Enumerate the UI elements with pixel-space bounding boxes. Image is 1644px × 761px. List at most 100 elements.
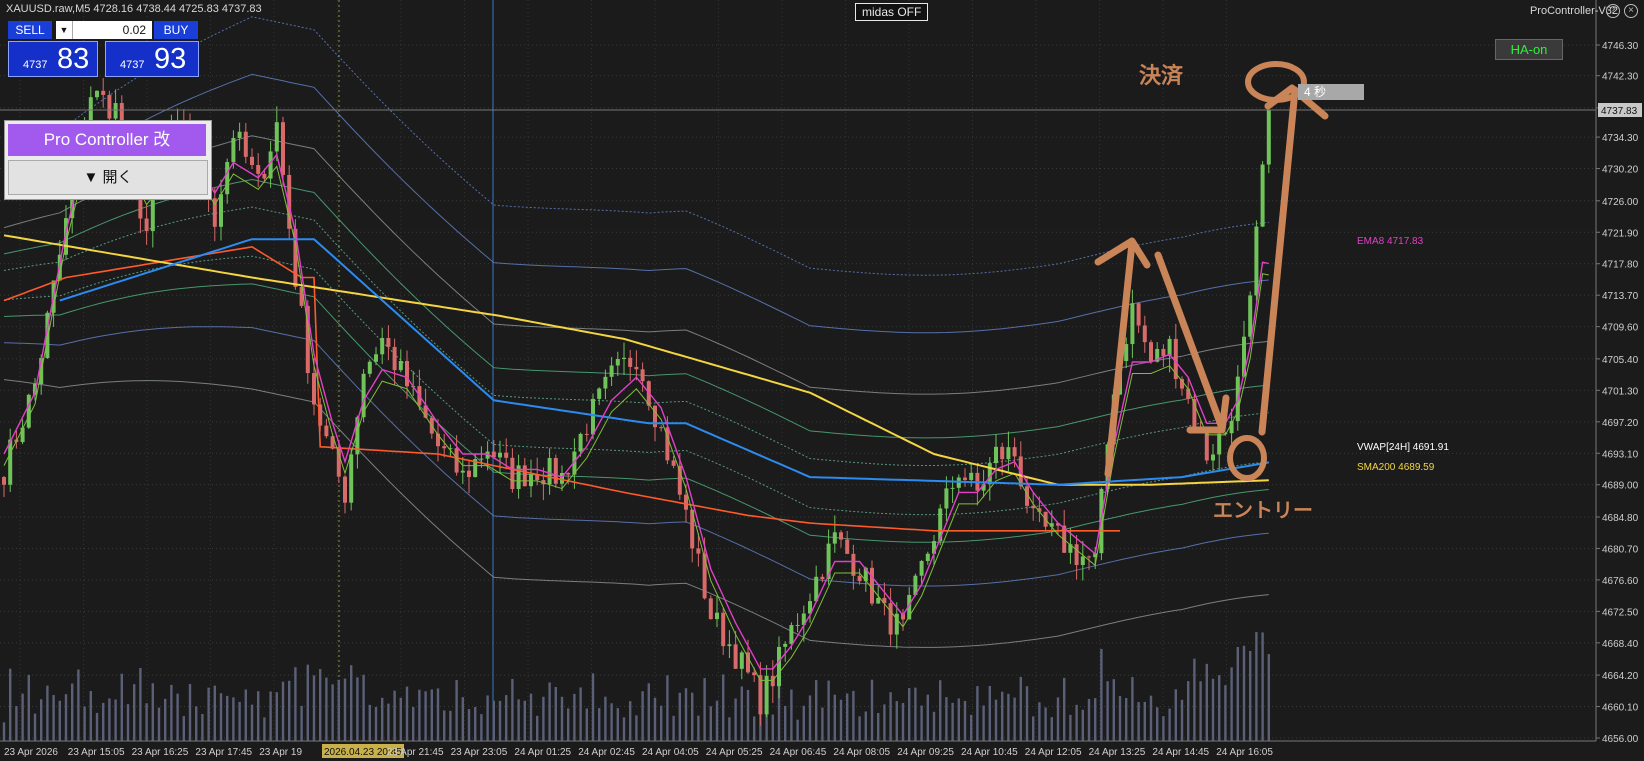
volume-bar — [703, 678, 706, 741]
candle-body — [770, 675, 775, 687]
volume-bar — [1224, 685, 1227, 741]
volume-bar — [474, 706, 477, 741]
volume-bar — [312, 675, 316, 741]
volume-bar — [195, 706, 198, 741]
price-tick-label: 4734.30 — [1602, 133, 1639, 144]
volume-bar — [46, 685, 49, 741]
volume-bar — [486, 695, 489, 741]
volume-bar — [1044, 707, 1047, 741]
candle-body — [479, 458, 484, 460]
volume-bar — [740, 686, 743, 741]
volume-bar — [709, 706, 712, 741]
open-button[interactable]: ▼ 開く — [8, 160, 208, 195]
volume-bar — [715, 700, 719, 741]
candle-body — [343, 476, 347, 503]
volume-bar — [728, 717, 731, 741]
candle-body — [467, 470, 471, 478]
volume-bar — [802, 705, 805, 741]
candle-body — [1006, 447, 1011, 460]
candle-body — [789, 625, 794, 644]
volume-bar — [226, 695, 229, 741]
question-circle-icon[interactable]: ? — [1606, 4, 1620, 18]
volume-bar — [684, 688, 688, 741]
volume-bar — [498, 700, 502, 741]
candle-body — [925, 553, 930, 562]
volume-bar — [449, 710, 452, 741]
volume-bar — [982, 705, 985, 741]
volume-bar — [275, 692, 278, 741]
volume-bar — [523, 700, 526, 741]
volume-bar — [399, 697, 402, 741]
candle-body — [324, 425, 329, 437]
chevron-down-icon[interactable]: ▼ — [56, 21, 73, 39]
candle-body — [777, 646, 781, 687]
volume-bar — [604, 696, 607, 741]
volume-bar — [337, 679, 340, 741]
volume-bar — [1236, 646, 1239, 741]
time-tick-label: 23 Apr 2026 — [4, 747, 58, 758]
volume-bar — [350, 665, 353, 741]
price-tick-label: 4701.30 — [1602, 386, 1639, 397]
candle-body — [349, 454, 354, 503]
ha-toggle-button[interactable]: HA-on — [1495, 39, 1563, 60]
volume-bar — [746, 689, 750, 741]
volume-bar — [970, 714, 973, 741]
candle-body — [832, 532, 837, 544]
volume-bar — [64, 694, 68, 741]
volume-bar — [660, 705, 663, 741]
price-tick-label: 4726.00 — [1602, 197, 1639, 208]
volume-bar — [560, 696, 564, 741]
candle-body — [944, 488, 949, 509]
volume-bar — [598, 708, 601, 741]
midas-toggle-button[interactable]: midas OFF — [855, 3, 929, 21]
volume-bar — [281, 681, 285, 741]
candle-body — [1248, 295, 1253, 337]
volume-bar — [244, 689, 247, 741]
buy-price-prefix: 4737 — [120, 59, 145, 71]
pro-controller-title[interactable]: Pro Controller 改 — [8, 124, 206, 156]
volume-bar — [864, 711, 867, 741]
volume-bar — [120, 673, 123, 741]
volume-bar — [517, 699, 520, 741]
volume-bar — [914, 687, 917, 741]
candle-body — [144, 218, 149, 232]
lot-size-value[interactable]: 0.02 — [123, 21, 146, 39]
volume-bar — [219, 693, 223, 741]
volume-bar — [201, 713, 204, 741]
price-tick-label: 4684.80 — [1602, 513, 1639, 524]
pro-controller-panel: Pro Controller 改 ▼ 開く — [4, 120, 212, 200]
sell-button[interactable]: SELL — [8, 21, 52, 39]
volume-bar — [71, 683, 74, 741]
volume-bar — [461, 697, 464, 741]
candle-body — [696, 548, 701, 554]
controller-version-label: ProController-V32 — [1529, 5, 1618, 17]
volume-bar — [647, 683, 650, 741]
candle-body — [460, 470, 465, 473]
buy-price-button[interactable]: 4737 93 — [105, 41, 199, 77]
volume-bar — [263, 717, 266, 741]
volume-bar — [542, 696, 545, 741]
buy-button[interactable]: BUY — [154, 21, 198, 39]
candle-body — [839, 532, 843, 540]
volume-bar — [1149, 695, 1153, 741]
price-tick-label: 4676.60 — [1602, 576, 1639, 587]
buy-price-suffix: 93 — [154, 43, 187, 75]
close-circle-icon[interactable]: × — [1624, 4, 1638, 18]
price-chart[interactable]: 4746.304742.304738.104734.304730.204726.… — [0, 0, 1644, 761]
volume-bar — [480, 714, 483, 741]
volume-bar — [1007, 693, 1010, 741]
time-tick-label: 24 Apr 08:05 — [833, 747, 890, 758]
volume-bar — [1137, 702, 1140, 741]
volume-bar — [1100, 648, 1103, 741]
volume-bar — [932, 711, 936, 741]
candle-body — [1186, 388, 1191, 400]
time-tick-label: 24 Apr 12:05 — [1025, 747, 1082, 758]
sell-price-prefix: 4737 — [23, 59, 48, 71]
volume-bar — [9, 668, 12, 741]
volume-bar — [387, 703, 390, 741]
volume-bar — [1112, 679, 1115, 741]
lot-size-stepper[interactable]: ▼ 0.02 — [56, 21, 152, 39]
volume-bar — [21, 693, 24, 741]
sell-price-button[interactable]: 4737 83 — [8, 41, 98, 77]
candle-body — [603, 376, 608, 389]
